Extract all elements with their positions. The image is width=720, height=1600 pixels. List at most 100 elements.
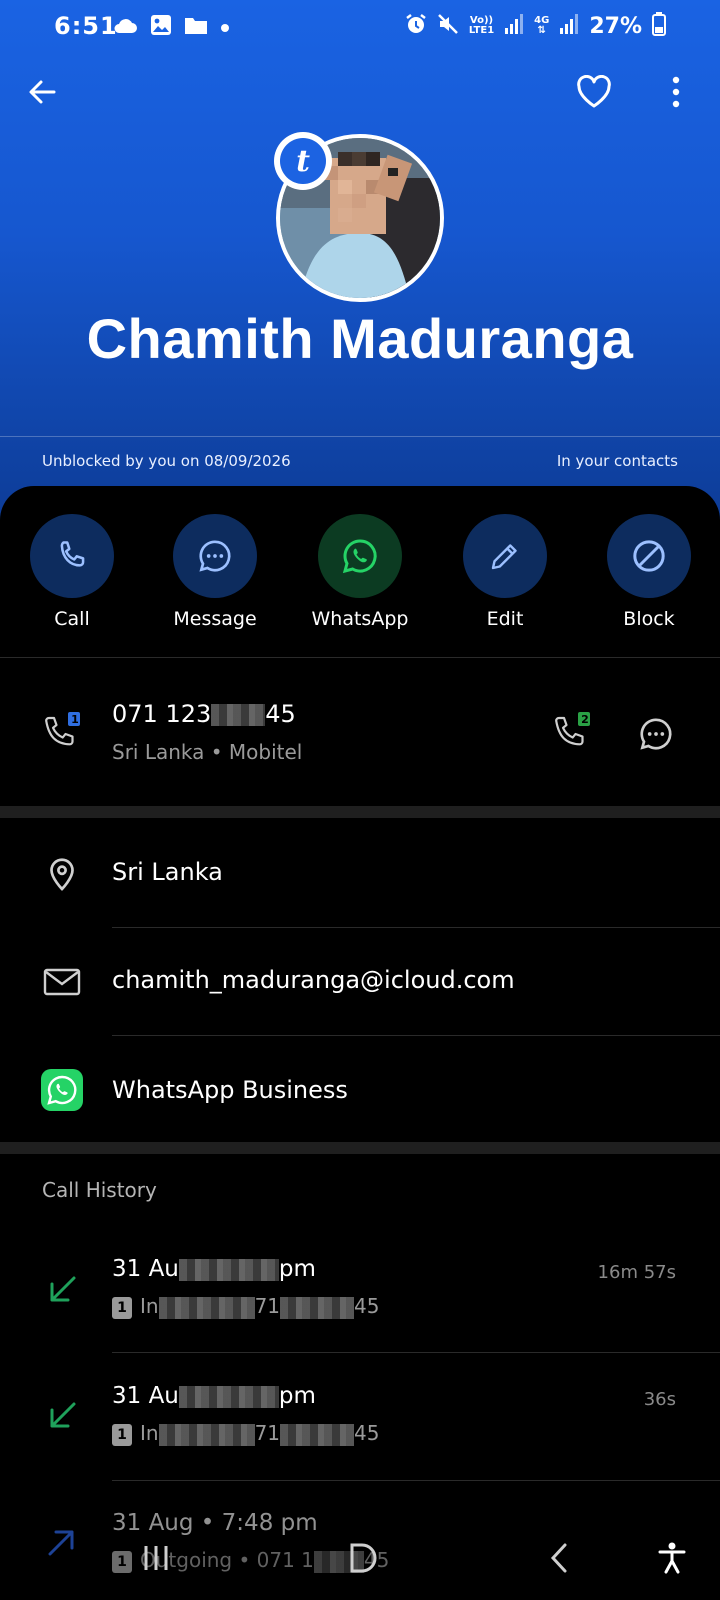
redacted-text — [158, 1423, 255, 1446]
call-date-end: pm — [278, 1383, 316, 1409]
call-button[interactable]: Call — [17, 514, 127, 630]
section-separator — [0, 1142, 720, 1154]
block-label: Block — [623, 608, 675, 630]
status-time: 6:51 — [54, 12, 118, 40]
redacted-digits — [280, 1296, 355, 1319]
pencil-icon — [491, 544, 517, 570]
status-bar: 6:51 Vo)) LTE1 4G ⇅ 27% — [0, 10, 720, 46]
edit-label: Edit — [486, 608, 524, 630]
call-number-mid: 71 — [254, 1294, 281, 1318]
signal-2-icon — [559, 13, 579, 39]
divider — [112, 927, 720, 928]
truecaller-badge-letter: t — [280, 138, 326, 184]
back-button[interactable] — [20, 70, 64, 114]
redacted-digits — [280, 1423, 355, 1446]
sim2-call-button[interactable]: 2 — [550, 710, 594, 754]
message-icon — [640, 718, 672, 750]
sim-indicator: 1 — [112, 1423, 132, 1446]
home-icon — [350, 1543, 377, 1573]
whatsapp-button[interactable]: WhatsApp — [305, 514, 415, 630]
truecaller-badge: t — [274, 132, 332, 190]
redacted-date — [178, 1258, 279, 1281]
accessibility-icon — [658, 1542, 686, 1574]
navigation-bar — [0, 1516, 720, 1600]
recents-button[interactable] — [126, 1534, 186, 1582]
whatsapp-icon — [342, 539, 377, 574]
call-history-title: Call History — [42, 1178, 157, 1202]
phone-details: Sri Lanka • Mobitel — [112, 740, 303, 764]
edit-button[interactable]: Edit — [450, 514, 560, 630]
data-arrows-icon: ⇅ — [537, 25, 546, 36]
sim-indicator: 1 — [112, 1296, 132, 1319]
redacted-date — [178, 1385, 279, 1408]
call-duration: 36s — [643, 1389, 676, 1410]
divider — [0, 657, 720, 658]
redacted-text — [158, 1296, 255, 1319]
contact-name: Chamith Maduranga — [86, 307, 634, 370]
mute-icon — [437, 13, 459, 39]
incoming-call-icon — [40, 1394, 84, 1438]
call-date: 31 Au pm — [112, 1383, 316, 1409]
dot-icon — [220, 18, 230, 37]
sim1-call-icon[interactable]: 1 — [40, 710, 84, 754]
battery-icon — [652, 12, 666, 40]
call-details: 1 In 71 45 — [112, 1294, 379, 1319]
call-date-start: 31 Au — [112, 1256, 179, 1282]
redacted-digits — [211, 704, 266, 726]
message-icon — [199, 540, 231, 572]
call-duration: 16m 57s — [597, 1262, 676, 1283]
location-text: Sri Lanka — [112, 858, 223, 886]
accessibility-button[interactable] — [642, 1534, 702, 1582]
battery-percent: 27% — [589, 13, 642, 39]
lte-label: LTE1 — [468, 25, 495, 36]
sim2-badge: 2 — [581, 713, 589, 726]
back-nav-button[interactable] — [530, 1534, 590, 1582]
signal-icon — [504, 13, 524, 39]
sms-button[interactable] — [634, 712, 678, 756]
mail-icon — [40, 960, 84, 1004]
message-button[interactable]: Message — [160, 514, 270, 630]
alarm-icon — [405, 13, 427, 39]
call-number-mid: 71 — [254, 1421, 281, 1445]
message-label: Message — [173, 608, 257, 630]
arrow-left-icon — [29, 80, 56, 104]
contacts-status: In your contacts — [556, 452, 678, 470]
heart-icon — [577, 75, 611, 108]
email-text: chamith_maduranga@icloud.com — [112, 966, 515, 994]
location-pin-icon — [40, 852, 84, 896]
call-type-start: In — [140, 1294, 159, 1318]
header-divider — [0, 436, 720, 437]
call-type-start: In — [140, 1421, 159, 1445]
favorite-button[interactable] — [572, 70, 616, 114]
call-number-end: 45 — [354, 1294, 380, 1318]
recents-icon — [144, 1546, 168, 1570]
block-icon — [633, 540, 665, 572]
phone-icon — [60, 541, 85, 567]
unblocked-status: Unblocked by you on 08/09/2026 — [42, 452, 291, 470]
more-options-button[interactable] — [654, 70, 698, 114]
call-number-end: 45 — [354, 1421, 380, 1445]
phone-number-end: 45 — [265, 700, 296, 728]
more-vertical-icon — [672, 76, 680, 108]
block-button[interactable]: Block — [594, 514, 704, 630]
folder-icon — [184, 15, 208, 39]
whatsapp-business-text: WhatsApp Business — [112, 1076, 348, 1104]
image-icon — [150, 14, 172, 40]
sim1-badge: 1 — [71, 713, 79, 726]
divider — [112, 1035, 720, 1036]
home-button[interactable] — [330, 1534, 390, 1582]
whatsapp-label: WhatsApp — [311, 608, 409, 630]
section-separator — [0, 806, 720, 818]
phone-number-start: 071 123 — [112, 700, 212, 728]
whatsapp-business-icon — [40, 1068, 84, 1112]
phone-number: 071 123 45 — [112, 700, 296, 728]
back-chevron-icon — [550, 1543, 567, 1573]
call-details: 1 In 71 45 — [112, 1421, 379, 1446]
call-date: 31 Au pm — [112, 1256, 316, 1282]
divider — [112, 1480, 720, 1481]
divider — [112, 1352, 720, 1353]
action-buttons: Call Message WhatsApp Edit Block — [0, 514, 720, 634]
cloud-icon — [112, 15, 138, 39]
contact-header: 6:51 Vo)) LTE1 4G ⇅ 27% t Chamith Madura… — [0, 0, 720, 520]
incoming-call-icon — [40, 1268, 84, 1312]
